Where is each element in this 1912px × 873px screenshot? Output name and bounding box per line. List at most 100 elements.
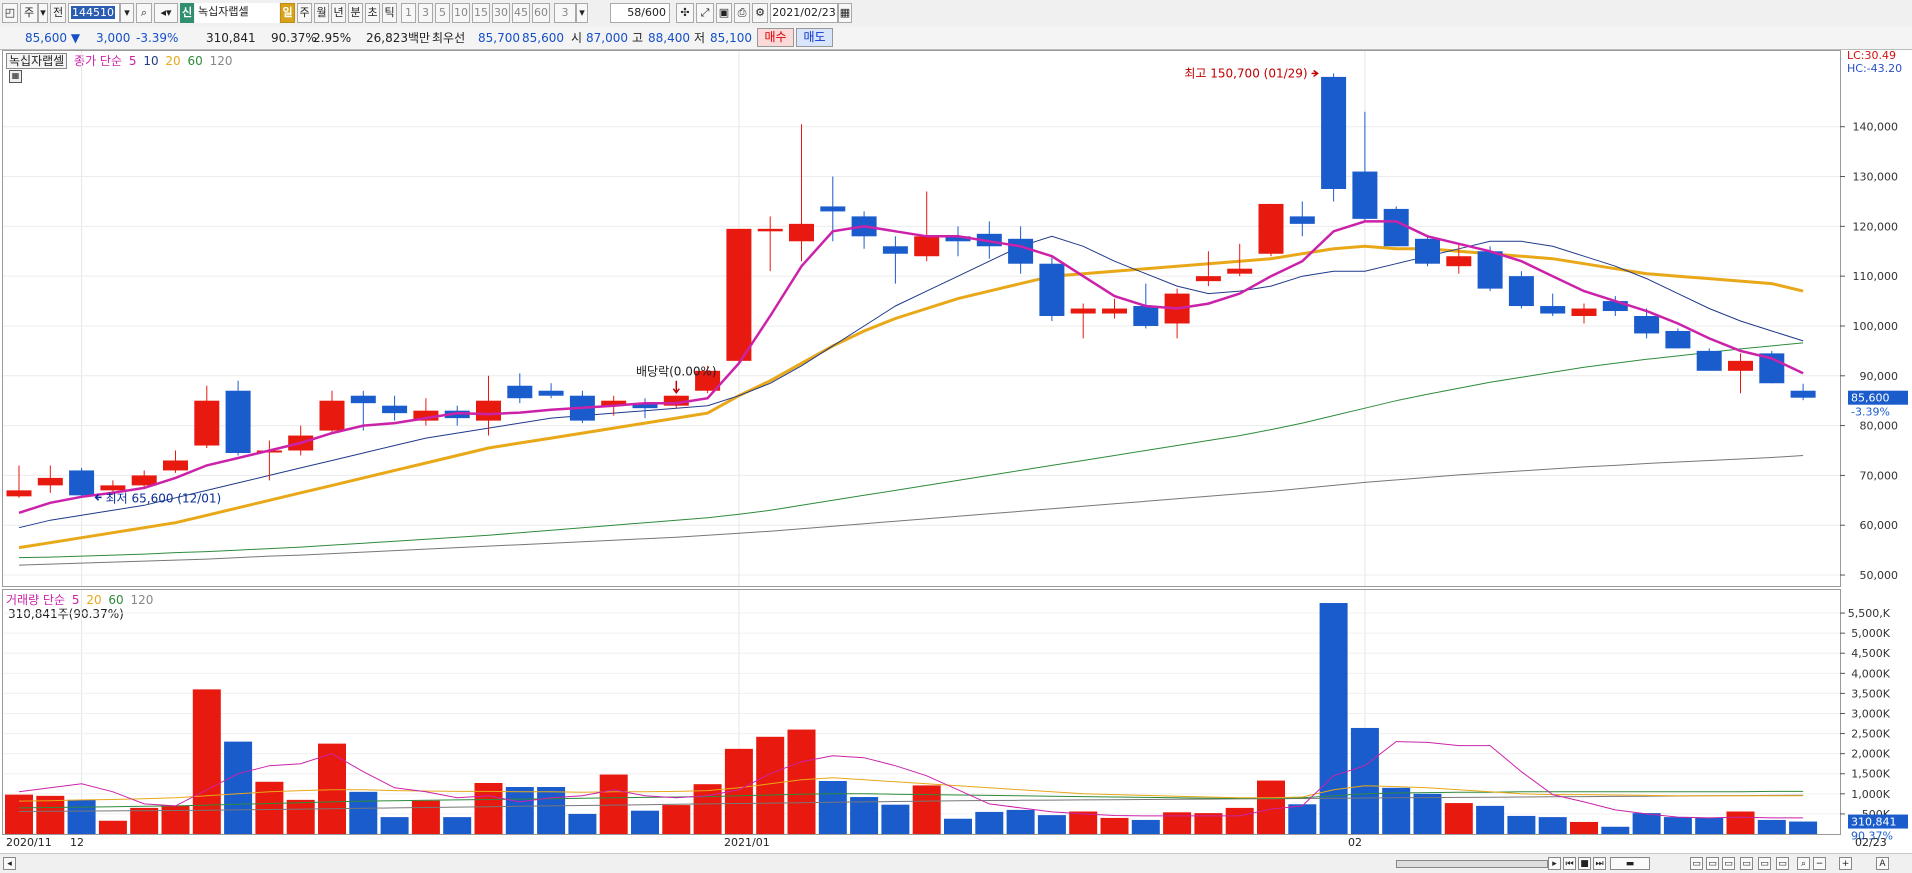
zoom-out-icon[interactable]: − <box>1813 857 1826 870</box>
search-zoom-icon[interactable]: ⌕ <box>1797 857 1810 870</box>
date-value: 2021/02/23 <box>772 6 836 19</box>
count-value: 58/600 <box>627 6 666 19</box>
count-field[interactable]: 58/600 <box>610 3 670 23</box>
volume-value: 310,841 <box>206 31 256 45</box>
period-day-tab[interactable]: 일 <box>280 3 295 23</box>
legend-ma120: 120 <box>209 54 233 68</box>
stock-name-label: 녹십자랩셀 <box>198 5 249 18</box>
layout-icon-5[interactable]: ▭ <box>1758 857 1771 870</box>
x-label-2021-01: 2021/01 <box>724 836 770 849</box>
save-icon[interactable]: ▣ <box>716 3 732 23</box>
period-tick-tab[interactable]: 틱 <box>382 3 397 23</box>
interval-5-button[interactable]: 5 <box>435 3 450 23</box>
volume-ratio: 90.37% <box>271 31 317 45</box>
period-year-tab[interactable]: 년 <box>331 3 346 23</box>
interval-3-label: 3 <box>422 6 429 19</box>
interval-10-button[interactable]: 10 <box>452 3 470 23</box>
legend-ma20: 20 <box>165 54 181 68</box>
layout-icon-6[interactable]: ▭ <box>1776 857 1789 870</box>
current-price: 85,600 ▼ <box>25 30 80 46</box>
period-month-tab[interactable]: 월 <box>314 3 329 23</box>
layout-icon-1[interactable]: ▭ <box>1690 857 1703 870</box>
search-icon[interactable]: ⌕ <box>136 3 152 23</box>
price-change: 3,000 <box>96 31 131 45</box>
legend-stock-name[interactable]: 녹십자랩셀 <box>6 53 68 69</box>
range-slider[interactable]: ▬ <box>1610 857 1650 870</box>
legend-ma5: 5 <box>128 54 137 68</box>
interval-30-button[interactable]: 30 <box>492 3 510 23</box>
code-dropdown-icon[interactable]: ▾ <box>120 3 134 23</box>
current-price-value: 85,600 <box>25 31 67 45</box>
font-size-icon[interactable]: A <box>1876 857 1889 870</box>
interval-3-button[interactable]: 3 <box>418 3 433 23</box>
volume-chart-panel[interactable] <box>2 589 1841 835</box>
low-value: 85,100 <box>710 31 752 45</box>
prev-button[interactable]: 전 <box>50 3 66 23</box>
scroll-thumb[interactable] <box>1396 860 1548 868</box>
sell-button[interactable]: 매도 <box>796 28 833 47</box>
interval-dropdown-icon[interactable]: ▾ <box>576 3 588 23</box>
stock-tag-badge: 신 <box>180 3 194 23</box>
period-month-label: 월 <box>316 6 327 19</box>
period-day-label: 일 <box>282 6 293 19</box>
layout-icon-2[interactable]: ▭ <box>1706 857 1719 870</box>
stock-chart-window: { "toolbar": { "mode_char": "주", "prev_c… <box>0 0 1912 873</box>
period-minute-tab[interactable]: 분 <box>348 3 363 23</box>
tag-label: 신 <box>181 6 193 19</box>
interval-custom-input[interactable]: 3 <box>554 3 576 23</box>
scroll-bar[interactable]: ◂ ▸ ⏮ ■ ⏭ ▬ ▭ ▭ ▭ ▭ ▭ ▭ ⌕ − + A <box>0 853 1912 873</box>
x-label-12: 12 <box>70 836 84 849</box>
quote-bar: 85,600 ▼ 3,000 -3.39% 310,841 90.37% 2.9… <box>0 27 1912 50</box>
mode-label: 주 <box>23 6 35 19</box>
best-bid: 85,600 <box>522 31 564 45</box>
period-second-tab[interactable]: 초 <box>365 3 380 23</box>
volume-current: 310,841주(90.37%) <box>8 607 124 621</box>
layout-icon-3[interactable]: ▭ <box>1722 857 1735 870</box>
price-change-pct: -3.39% <box>136 31 179 45</box>
scroll-left-icon[interactable]: ◂ <box>3 857 16 870</box>
interval-1-button[interactable]: 1 <box>401 3 416 23</box>
open-value: 87,000 <box>586 31 628 45</box>
best-ask: 85,700 <box>478 31 520 45</box>
interval-60-button[interactable]: 60 <box>532 3 550 23</box>
zoom-in-icon[interactable]: + <box>1839 857 1852 870</box>
last-page-icon[interactable]: ⏭ <box>1593 857 1606 870</box>
first-page-icon[interactable]: ⏮ <box>1563 857 1576 870</box>
best-label: 최우선 <box>432 31 466 45</box>
price-chart-panel[interactable] <box>2 50 1841 587</box>
print-icon[interactable]: ⎙ <box>734 3 750 23</box>
zoom-icon[interactable]: ⤢ <box>696 3 714 23</box>
interval-15-button[interactable]: 15 <box>472 3 490 23</box>
period-week-tab[interactable]: 주 <box>297 3 312 23</box>
crosshair-icon[interactable]: ✣ <box>676 3 694 23</box>
interval-45-label: 45 <box>514 6 528 19</box>
scroll-right-icon[interactable]: ▸ <box>1548 857 1561 870</box>
stop-icon[interactable]: ■ <box>1578 857 1591 870</box>
chart-table-icon[interactable]: ▦ <box>9 70 22 83</box>
mode-select[interactable]: 주 <box>20 3 38 23</box>
mode-dropdown-icon[interactable]: ▾ <box>38 3 48 23</box>
interval-custom-value: 3 <box>561 6 569 19</box>
turnover-rate: 2.95% <box>313 31 352 45</box>
calendar-icon[interactable]: ▦ <box>838 3 852 23</box>
layout-icon-4[interactable]: ▭ <box>1740 857 1753 870</box>
interval-15-label: 15 <box>474 6 488 19</box>
speaker-icon[interactable]: ◂▾ <box>154 3 178 23</box>
toolbar: ◰ 주 ▾ 전 144510 ▾ ⌕ ◂▾ 신 녹십자랩셀 일 주 월 년 분 … <box>0 0 1912 28</box>
x-label-current-date: 02/23 <box>1855 836 1887 849</box>
code-value: 144510 <box>71 6 115 19</box>
price-legend: 녹십자랩셀 종가 단순 5 10 20 60 120 <box>6 52 236 69</box>
date-field[interactable]: 2021/02/23 <box>770 3 838 23</box>
code-input[interactable]: 144510 <box>68 3 120 23</box>
stock-name: 녹십자랩셀 <box>195 3 279 23</box>
window-menu-icon[interactable]: ◰ <box>2 3 18 23</box>
hc-label: HC:-43.20 <box>1847 62 1903 75</box>
x-label-02: 02 <box>1348 836 1362 849</box>
buy-button[interactable]: 매수 <box>757 28 794 47</box>
period-second-label: 초 <box>367 6 378 19</box>
trade-amount: 26,823백만 <box>366 31 431 45</box>
legend-ma-label: 종가 단순 <box>74 54 123 68</box>
down-arrow-icon: ▼ <box>70 31 81 45</box>
gear-icon[interactable]: ⚙ <box>752 3 768 23</box>
interval-45-button[interactable]: 45 <box>512 3 530 23</box>
